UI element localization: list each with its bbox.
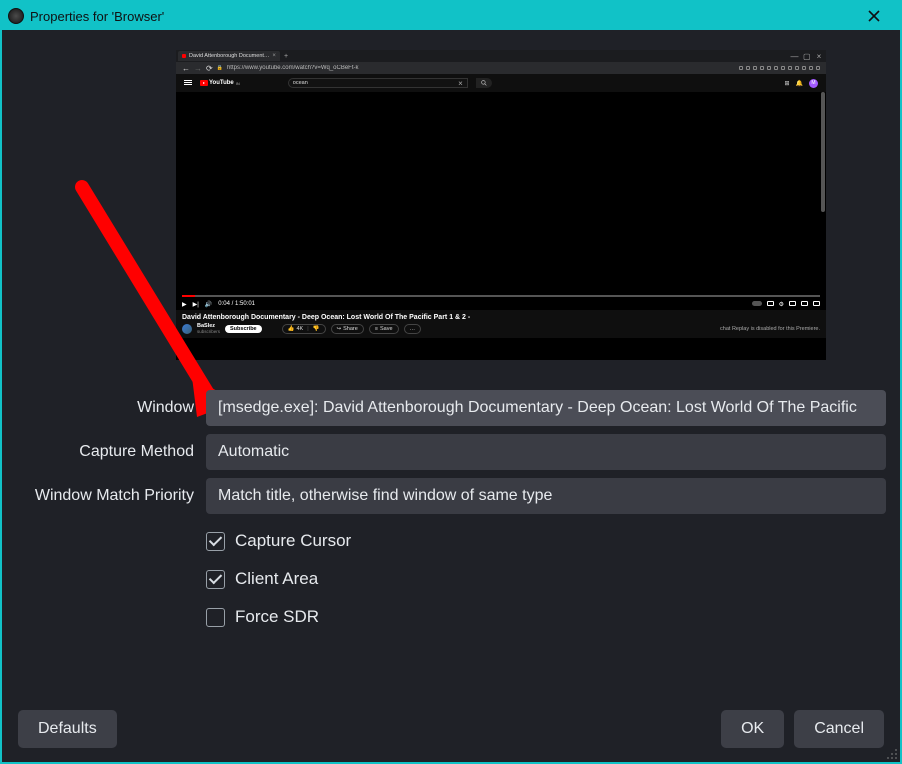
video-title: David Attenborough Documentary - Deep Oc… [182, 314, 820, 321]
maximize-icon: ▢ [802, 52, 812, 61]
force-sdr-checkbox[interactable]: Force SDR [206, 598, 886, 636]
url-field: https://www.youtube.com/watch?v=Wq_oCBeF… [227, 65, 735, 71]
capture-method-label: Capture Method [2, 443, 206, 461]
force-sdr-label: Force SDR [235, 607, 319, 627]
channel-subscribers: subscribers [197, 330, 220, 335]
new-tab-icon: + [284, 53, 288, 60]
channel-avatar-icon [182, 324, 192, 334]
captions-icon [767, 301, 774, 306]
video-player: ▶ ▶| 🔊 0:04 / 1:50:01 ⚙ [176, 92, 826, 310]
titlebar: Properties for 'Browser' [2, 2, 900, 30]
ok-button[interactable]: OK [721, 710, 784, 748]
player-controls: ▶ ▶| 🔊 0:04 / 1:50:01 ⚙ [182, 298, 820, 310]
play-icon: ▶ [182, 301, 187, 308]
youtube-favicon-icon [182, 54, 186, 58]
theater-icon [801, 301, 808, 306]
video-meta: David Attenborough Documentary - Deep Oc… [176, 310, 826, 338]
search-icon [481, 80, 487, 86]
youtube-search-input: ocean × [288, 78, 468, 88]
defaults-button[interactable]: Defaults [18, 710, 117, 748]
next-icon: ▶| [193, 301, 199, 308]
reload-icon: ⟳ [206, 64, 213, 73]
window-select[interactable]: [msedge.exe]: David Attenborough Documen… [206, 390, 886, 426]
resize-grip-icon[interactable] [884, 746, 898, 760]
client-area-label: Client Area [235, 569, 318, 589]
like-pill: 👍 4K | 👎 [282, 324, 326, 334]
browser-tab-label: David Attenborough Document… [189, 53, 269, 59]
progress-bar [182, 295, 820, 297]
close-button[interactable] [856, 5, 892, 27]
checkbox-icon [206, 570, 225, 589]
forward-icon: → [194, 64, 202, 73]
back-icon: ← [182, 64, 190, 73]
lock-icon: 🔒 [217, 65, 223, 71]
save-pill: ≡Save [369, 324, 399, 334]
youtube-logo-text: YouTube [209, 80, 234, 86]
match-priority-value: Match title, otherwise find window of sa… [218, 487, 552, 505]
browser-close-icon: × [814, 52, 824, 61]
capture-method-select[interactable]: Automatic [206, 434, 886, 470]
fullscreen-icon [813, 301, 820, 306]
settings-icon: ⚙ [779, 301, 784, 308]
capture-method-value: Automatic [218, 443, 289, 461]
share-pill: ↪Share [331, 324, 364, 334]
create-icon: ⊞ [784, 80, 789, 87]
match-priority-label: Window Match Priority [2, 487, 206, 505]
obs-logo-icon [8, 8, 24, 24]
avatar-icon: M [809, 79, 818, 88]
tab-close-icon: × [272, 53, 276, 59]
play-time: 0:04 / 1:50:01 [218, 301, 255, 307]
properties-form: Window [msedge.exe]: David Attenborough … [2, 390, 886, 636]
youtube-logo-icon: YouTube IN [200, 80, 240, 86]
extension-icons [739, 66, 820, 70]
thumbs-up-icon: 👍 [288, 326, 295, 332]
minimize-icon: — [790, 52, 800, 61]
save-icon: ≡ [375, 326, 378, 332]
browser-tab: David Attenborough Document… × [178, 51, 280, 61]
browser-tabstrip: David Attenborough Document… × + — ▢ × [176, 50, 826, 62]
client-area-checkbox[interactable]: Client Area [206, 560, 886, 598]
checkbox-icon [206, 608, 225, 627]
browser-address-bar: ← → ⟳ 🔒 https://www.youtube.com/watch?v=… [176, 62, 826, 74]
notifications-icon: 🔔 [796, 80, 803, 87]
dialog-footer: Defaults OK Cancel [2, 700, 900, 762]
window-title: Properties for 'Browser' [30, 9, 164, 24]
autoplay-toggle-icon [752, 301, 762, 306]
thumbs-down-icon: 👎 [313, 326, 320, 332]
window-label: Window [2, 399, 206, 417]
miniplayer-icon [789, 301, 796, 306]
checkbox-icon [206, 532, 225, 551]
page-scrollbar [821, 92, 825, 212]
more-pill: … [404, 324, 422, 334]
chat-replay-message: chat Replay is disabled for this Premier… [720, 326, 820, 332]
window-select-value: [msedge.exe]: David Attenborough Documen… [218, 399, 857, 417]
youtube-search-button [476, 78, 492, 88]
capture-cursor-label: Capture Cursor [235, 531, 351, 551]
volume-icon: 🔊 [205, 301, 212, 308]
close-icon [867, 9, 881, 23]
youtube-header: YouTube IN ocean × ⊞ 🔔 M [176, 74, 826, 92]
properties-dialog: Properties for 'Browser' David Attenboro… [0, 0, 902, 764]
hamburger-icon [184, 80, 192, 86]
youtube-region-text: IN [236, 81, 240, 86]
capture-cursor-checkbox[interactable]: Capture Cursor [206, 522, 886, 560]
subscribe-button: Subscribe [225, 325, 262, 333]
youtube-search-text: ocean [293, 80, 308, 86]
search-clear-icon: × [458, 79, 463, 88]
cancel-button[interactable]: Cancel [794, 710, 884, 748]
match-priority-select[interactable]: Match title, otherwise find window of sa… [206, 478, 886, 514]
share-icon: ↪ [337, 326, 342, 332]
source-preview: David Attenborough Document… × + — ▢ × ←… [176, 50, 826, 360]
browser-window-controls: — ▢ × [790, 52, 824, 61]
